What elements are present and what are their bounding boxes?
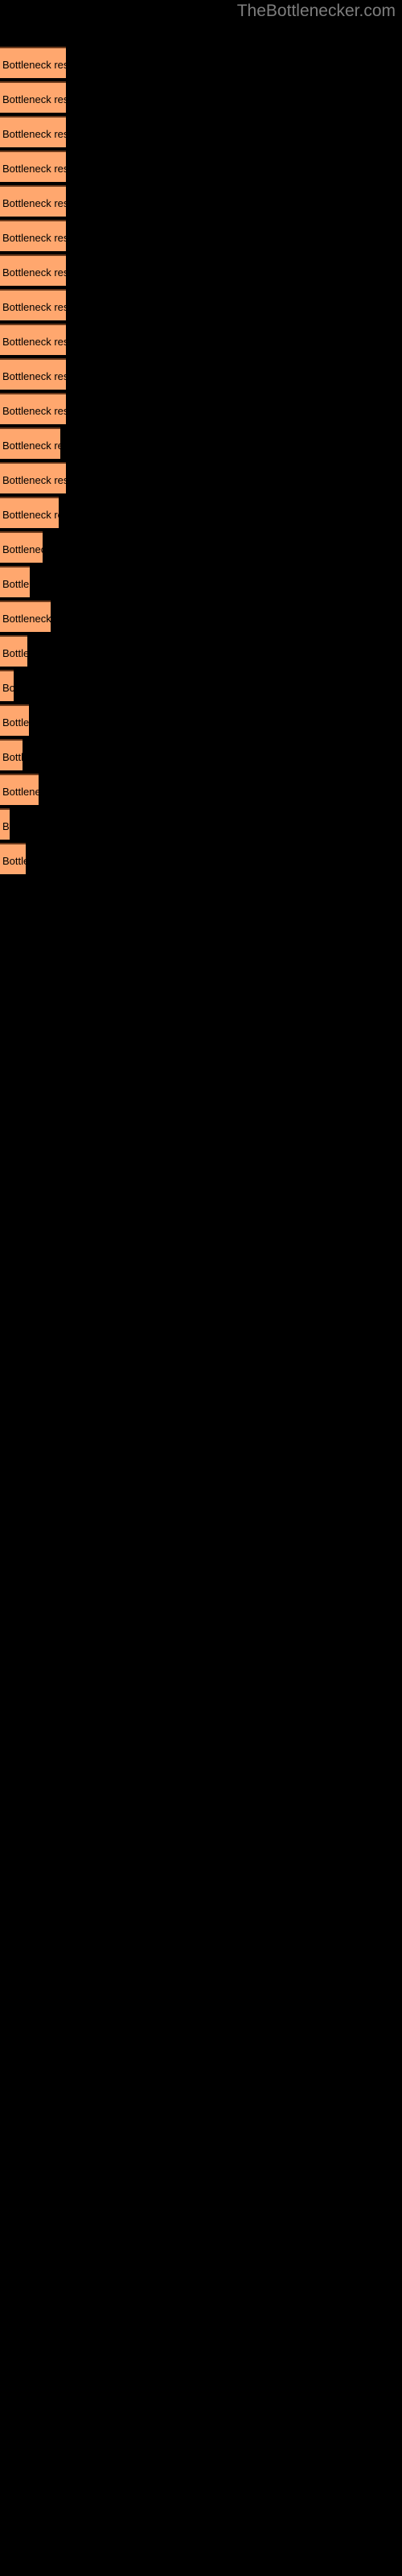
- bar-label: Bottleneck result: [2, 578, 30, 590]
- bar-row: Bottleneck result: [0, 497, 402, 528]
- bar-row: Bottleneck result: [0, 566, 402, 597]
- bar-6[interactable]: Bottleneck result: [0, 220, 66, 251]
- bar-1[interactable]: Bottleneck result: [0, 47, 66, 78]
- bar-22[interactable]: Bottleneck result: [0, 774, 39, 805]
- bar-row: Bottleneck result: [0, 393, 402, 424]
- bar-row: Bottleneck result: [0, 427, 402, 459]
- bar-5[interactable]: Bottleneck result: [0, 185, 66, 217]
- bar-row: Bottleneck result: [0, 220, 402, 251]
- bar-label: Bottleneck result: [2, 751, 23, 763]
- bottleneck-bar-chart: Bottleneck result Bottleneck result Bottle…: [0, 0, 402, 2576]
- bar-label: Bottleneck result: [2, 474, 66, 486]
- bar-row: Bottleneck result: [0, 81, 402, 113]
- bar-label: Bottleneck result: [2, 820, 10, 832]
- bar-label: Bottleneck result: [2, 197, 66, 209]
- bar-13[interactable]: Bottleneck result: [0, 462, 66, 493]
- bar-label: Bottleneck result: [2, 93, 66, 105]
- bar-15[interactable]: Bottleneck result: [0, 531, 43, 563]
- bar-18[interactable]: Bottleneck result: [0, 635, 27, 667]
- bar-row: Bottleneck result: [0, 531, 402, 563]
- bar-21[interactable]: Bottleneck result: [0, 739, 23, 770]
- bar-row: Bottleneck result: [0, 670, 402, 701]
- bar-row: Bottleneck result: [0, 601, 402, 632]
- bar-label: Bottleneck result: [2, 232, 66, 244]
- bar-14[interactable]: Bottleneck result: [0, 497, 59, 528]
- chart-page: TheBottlenecker.com Bottleneck resultBot…: [0, 0, 402, 2576]
- bar-row: Bottleneck result: [0, 116, 402, 147]
- bar-8[interactable]: Bottleneck result: [0, 289, 66, 320]
- bar-label: Bottleneck result: [2, 301, 66, 313]
- bar-label: Bottleneck result: [2, 163, 66, 175]
- bar-label: Bottleneck result: [2, 336, 66, 348]
- bar-2[interactable]: Bottleneck result: [0, 81, 66, 113]
- bar-label: Bottleneck result: [2, 128, 66, 140]
- bar-19[interactable]: Bottleneck result: [0, 670, 14, 701]
- bar-row: Bottleneck result: [0, 289, 402, 320]
- bar-row: Bottleneck result: [0, 739, 402, 770]
- bar-label: Bottleneck result: [2, 59, 66, 71]
- bar-label: Bottleneck result: [2, 855, 26, 867]
- bar-row: Bottleneck result: [0, 774, 402, 805]
- bar-17[interactable]: Bottleneck result: [0, 601, 51, 632]
- bar-label: Bottleneck result: [2, 716, 29, 729]
- bar-20[interactable]: Bottleneck result: [0, 704, 29, 736]
- bar-label: Bottleneck result: [2, 613, 51, 625]
- bar-16[interactable]: Bottleneck result: [0, 566, 30, 597]
- bar-label: Bottleneck result: [2, 647, 27, 659]
- bar-7[interactable]: Bottleneck result: [0, 254, 66, 286]
- bar-row: Bottleneck result: [0, 704, 402, 736]
- bar-4[interactable]: Bottleneck result: [0, 151, 66, 182]
- bar-label: Bottleneck result: [2, 682, 14, 694]
- bar-label: Bottleneck result: [2, 509, 59, 521]
- bar-row: Bottleneck result: [0, 808, 402, 840]
- bar-row: Bottleneck result: [0, 635, 402, 667]
- bar-10[interactable]: Bottleneck result: [0, 358, 66, 390]
- bar-row: Bottleneck result: [0, 47, 402, 78]
- bar-11[interactable]: Bottleneck result: [0, 393, 66, 424]
- bar-label: Bottleneck result: [2, 370, 66, 382]
- bar-label: Bottleneck result: [2, 543, 43, 555]
- bar-row: Bottleneck result: [0, 358, 402, 390]
- bar-label: Bottleneck result: [2, 266, 66, 279]
- bar-23[interactable]: Bottleneck result: [0, 808, 10, 840]
- bar-row: Bottleneck result: [0, 254, 402, 286]
- bar-label: Bottleneck result: [2, 405, 66, 417]
- bar-3[interactable]: Bottleneck result: [0, 116, 66, 147]
- bar-row: Bottleneck result: [0, 462, 402, 493]
- bar-row: Bottleneck result: [0, 324, 402, 355]
- bar-9[interactable]: Bottleneck result: [0, 324, 66, 355]
- bar-row: Bottleneck result: [0, 185, 402, 217]
- bar-row: Bottleneck result: [0, 151, 402, 182]
- bar-label: Bottleneck result: [2, 440, 60, 452]
- bar-12[interactable]: Bottleneck result: [0, 427, 60, 459]
- bar-label: Bottleneck result: [2, 786, 39, 798]
- bar-24[interactable]: Bottleneck result: [0, 843, 26, 874]
- bar-row: Bottleneck result: [0, 843, 402, 874]
